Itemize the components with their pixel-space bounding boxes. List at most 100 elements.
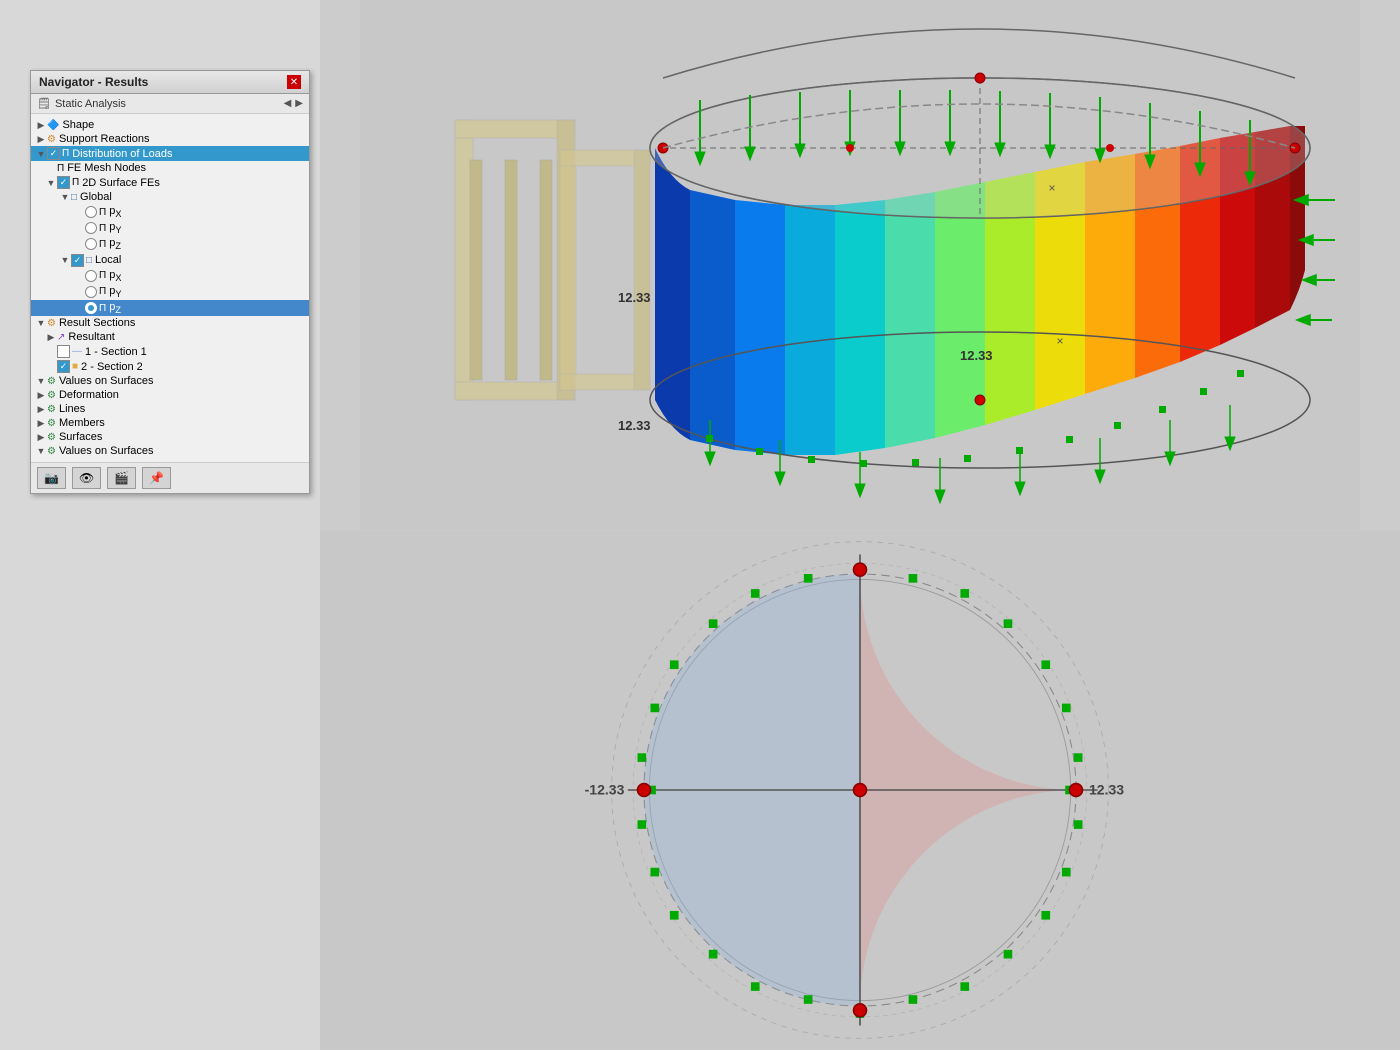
tree-item-section1[interactable]: — 1 - Section 1 [31, 344, 309, 359]
radio-px-l[interactable] [85, 270, 97, 282]
surfaces-icon: ⚙ [47, 432, 56, 443]
navigator-close-button[interactable]: ✕ [287, 75, 301, 89]
tree-item-values1[interactable]: ▼ ⚙ Values on Surfaces [31, 374, 309, 388]
expand-shape: ▶ [35, 120, 47, 131]
tree-item-2d-surface[interactable]: ▼ П 2D Surface FEs [31, 175, 309, 190]
tree-item-shape[interactable]: ▶ 🔷 Shape [31, 118, 309, 132]
static-analysis-label: Static Analysis [55, 98, 280, 110]
resultant-icon: ↗ [57, 332, 65, 343]
nav-video-button[interactable]: 🎬 [107, 467, 136, 489]
expand-v2: ▼ [35, 446, 47, 456]
2d-icon: П [72, 177, 79, 188]
tree-item-support[interactable]: ▶ ⚙ Support Reactions [31, 132, 309, 146]
checkbox-distrib[interactable] [47, 147, 60, 160]
py-g-icon: П [99, 223, 106, 234]
main-viewport: × × [320, 0, 1400, 1050]
navigator-panel: Navigator - Results ✕ 🗒 Static Analysis … [30, 70, 310, 494]
2d-svg: -12.33 12.33 [320, 530, 1400, 1050]
expand-rs: ▼ [35, 318, 47, 328]
nav-eye-button[interactable]: 👁 [72, 467, 101, 489]
radio-py-g[interactable] [85, 222, 97, 234]
pz-l-label: pZ [109, 301, 121, 315]
tree-item-distrib[interactable]: ▼ П Distribution of Loads [31, 146, 309, 161]
radio-py-l[interactable] [85, 286, 97, 298]
tree-item-pz-l[interactable]: П pZ [31, 300, 309, 316]
resultant-label: Resultant [68, 331, 114, 343]
tree-item-local[interactable]: ▼ □ Local [31, 253, 309, 268]
tree-item-deformation[interactable]: ▶ ⚙ Deformation [31, 388, 309, 402]
tree-item-surfaces[interactable]: ▶ ⚙ Surfaces [31, 430, 309, 444]
checkbox-local[interactable] [71, 254, 84, 267]
tree-item-lines[interactable]: ▶ ⚙ Lines [31, 402, 309, 416]
pz-g-label: pZ [109, 237, 121, 251]
rs-icon: ⚙ [47, 318, 56, 329]
tree-item-values2[interactable]: ▼ ⚙ Values on Surfaces [31, 444, 309, 458]
s2-label: 2 - Section 2 [81, 361, 143, 373]
dim-label-center: 12.33 [960, 348, 993, 363]
support-label: Support Reactions [59, 133, 150, 145]
tree-item-result-sections[interactable]: ▼ ⚙ Result Sections [31, 316, 309, 330]
v1-label: Values on Surfaces [59, 375, 154, 387]
deform-label: Deformation [59, 389, 119, 401]
plan-label-left: -12.33 [585, 781, 625, 797]
py-g-label: pY [109, 221, 121, 235]
tree-item-resultant[interactable]: ▶ ↗ Resultant [31, 330, 309, 344]
surfaces-label: Surfaces [59, 431, 102, 443]
expand-local: ▼ [59, 255, 71, 265]
expand-deform: ▶ [35, 390, 47, 401]
svg-text:×: × [1056, 334, 1063, 348]
tree-item-section2[interactable]: ■ 2 - Section 2 [31, 359, 309, 374]
expand-distrib: ▼ [35, 149, 47, 159]
px-l-icon: П [99, 270, 106, 281]
lines-icon: ⚙ [47, 404, 56, 415]
2d-label: 2D Surface FEs [82, 177, 160, 189]
tree-item-px-l[interactable]: П pX [31, 268, 309, 284]
tree-item-fe-mesh[interactable]: П FE Mesh Nodes [31, 161, 309, 175]
px-g-icon: П [99, 207, 106, 218]
2d-scene: -12.33 12.33 [320, 530, 1400, 1050]
nav-next-arrow[interactable]: ▶ [295, 98, 303, 109]
support-icon: ⚙ [47, 134, 56, 145]
expand-v1: ▼ [35, 376, 47, 386]
3d-svg: × × [320, 0, 1400, 530]
checkbox-2d[interactable] [57, 176, 70, 189]
tree-item-members[interactable]: ▶ ⚙ Members [31, 416, 309, 430]
plan-label-right: 12.33 [1089, 781, 1124, 797]
checkbox-s1[interactable] [57, 345, 70, 358]
expand-surfaces: ▶ [35, 432, 47, 443]
tree-item-global[interactable]: ▼ □ Global [31, 190, 309, 204]
s1-label: 1 - Section 1 [85, 346, 147, 358]
navigator-title: Navigator - Results [39, 75, 148, 89]
navigator-header: Navigator - Results ✕ [31, 71, 309, 94]
local-label: Local [95, 254, 121, 266]
radio-pz-g[interactable] [85, 238, 97, 250]
tree-item-pz-g[interactable]: П pZ [31, 236, 309, 252]
nav-screenshot-button[interactable]: 📷 [37, 467, 66, 489]
3d-scene: × × [320, 0, 1400, 530]
svg-text:×: × [1048, 181, 1055, 195]
tree-item-py-g[interactable]: П pY [31, 220, 309, 236]
px-g-label: pX [109, 205, 121, 219]
s2-icon: ■ [72, 361, 78, 372]
fe-label: FE Mesh Nodes [67, 162, 146, 174]
checkbox-s2[interactable] [57, 360, 70, 373]
nav-prev-arrow[interactable]: ◀ [284, 98, 292, 109]
py-l-icon: П [99, 286, 106, 297]
nav-bottom-toolbar: 📷 👁 🎬 📌 [31, 462, 309, 493]
shape-label: Shape [62, 119, 94, 131]
v1-icon: ⚙ [47, 376, 56, 387]
fe-icon: П [57, 163, 64, 174]
expand-resultant: ▶ [45, 332, 57, 343]
rs-label: Result Sections [59, 317, 135, 329]
shape-icon: 🔷 [47, 120, 59, 131]
py-l-label: pY [109, 285, 121, 299]
radio-px-g[interactable] [85, 206, 97, 218]
pz-l-icon: П [99, 303, 106, 314]
distrib-label: Distribution of Loads [72, 148, 172, 160]
nav-icon: 🗒 [37, 97, 51, 110]
nav-pin-button[interactable]: 📌 [142, 467, 171, 489]
radio-pz-l[interactable] [85, 302, 97, 314]
pz-g-icon: П [99, 239, 106, 250]
tree-item-py-l[interactable]: П pY [31, 284, 309, 300]
tree-item-px-g[interactable]: П pX [31, 204, 309, 220]
